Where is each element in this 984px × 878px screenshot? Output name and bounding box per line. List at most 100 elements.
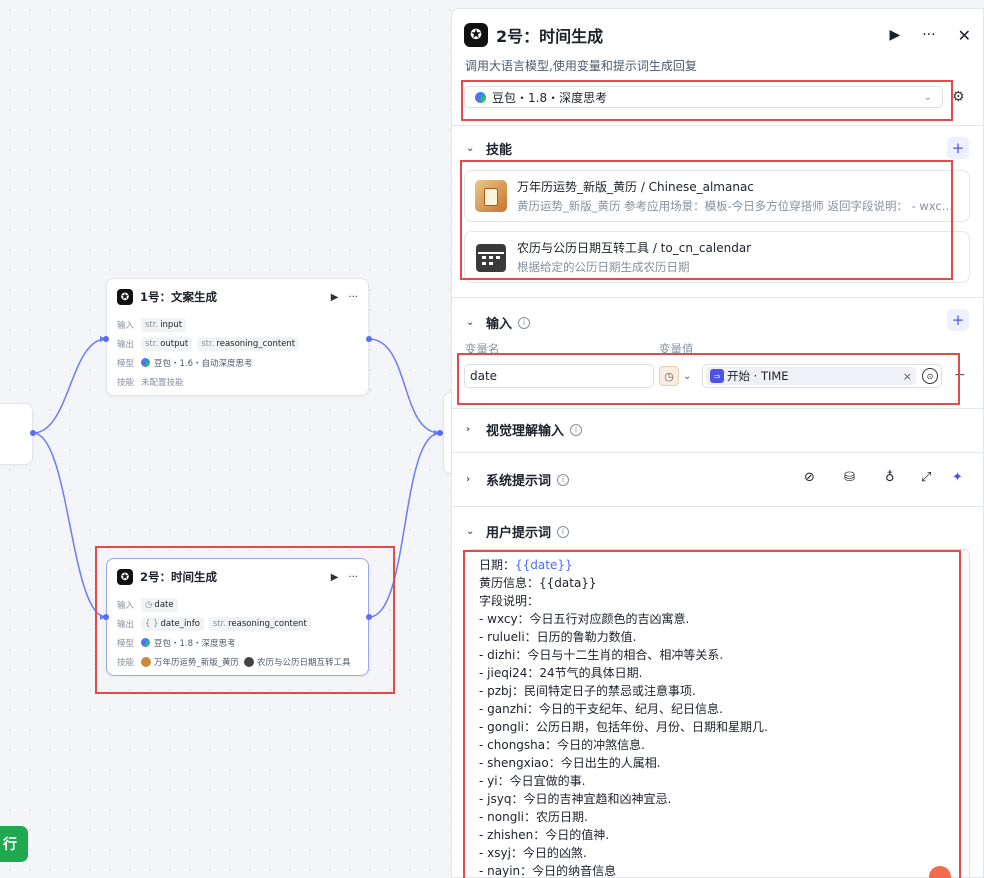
prompt-line: - chongsha：今日的冲煞信息. [479, 738, 645, 752]
prompt-line: 黄历信息：{{data}} [479, 576, 597, 590]
llm-node-icon: ✪ [117, 569, 133, 585]
skill-label: 技能 [117, 657, 135, 668]
panel-title[interactable]: 2号：时间生成 [496, 23, 867, 47]
prompt-line: - yi：今日宜做的事. [479, 774, 586, 788]
panel-description: 调用大语言模型,使用变量和提示词生成回复 [465, 59, 697, 73]
output-label: 输出 [117, 619, 135, 630]
skill-value: 未配置技能 [141, 377, 184, 388]
system-prompt-section-header[interactable]: › 系统提示词 i [466, 470, 570, 489]
library-icon[interactable]: ⛁ [844, 470, 855, 485]
input-section-header[interactable]: ⌄ 输入 i [466, 313, 531, 332]
model-label: 模型 [117, 638, 135, 649]
more-icon[interactable]: ··· [348, 572, 358, 583]
more-icon[interactable]: ··· [922, 27, 935, 43]
prompt-line: - pzbj：民间特定日子的禁忌或注意事项. [479, 684, 696, 698]
play-icon[interactable]: ▶ [889, 27, 900, 43]
prompt-line: - nongli：农历日期. [479, 810, 588, 824]
var-ref-value: 开始 · TIME [727, 369, 789, 383]
llm-node-1[interactable]: ✪ 1号：文案生成 ▶ ··· 输入 str. input 输出 str. outp… [106, 278, 369, 396]
node-title: 1号：文案生成 [140, 290, 218, 304]
info-icon[interactable]: i [557, 525, 570, 538]
prompt-line: - jieqi24：24节气的具体日期. [479, 666, 643, 680]
skill-item[interactable]: 万年历运势_新版_黄历 / Chinese_almanac 黄历运势_新版_黄历… [464, 170, 970, 222]
info-icon[interactable]: i [518, 316, 531, 329]
user-prompt-section-header[interactable]: ⌄ 用户提示词 i [466, 522, 570, 541]
input-var-chip: ◷ date [141, 597, 178, 612]
llm-node-2[interactable]: ✪ 2号：时间生成 ▶ ··· 输入 ◷ date 输出 { } date_info… [106, 558, 369, 676]
add-skill-button[interactable]: + [947, 137, 969, 159]
gear-icon[interactable]: ⚙ [952, 89, 965, 105]
doubao-logo-icon [141, 358, 150, 367]
almanac-icon [141, 656, 151, 667]
column-label-var-value: 变量值 [659, 342, 694, 356]
model-value: 豆包・1.6・自动深度思考 [154, 358, 253, 369]
calendar-icon [244, 656, 255, 667]
prompt-line: - dizhi：今日与十二生肖的相合、相冲等关系. [479, 648, 724, 662]
node2-out-port[interactable] [366, 614, 372, 620]
play-icon[interactable]: ▶ [331, 572, 339, 583]
close-icon[interactable]: ✕ [958, 26, 971, 45]
chevron-down-icon: ⌄ [466, 526, 475, 537]
clear-icon[interactable]: × [903, 370, 912, 383]
start-node[interactable] [0, 403, 33, 465]
node-title: 2号：时间生成 [140, 570, 218, 584]
variable-picker-icon[interactable]: ⊙ [922, 368, 938, 384]
output-var-chip: { } date_info [141, 616, 204, 631]
prompt-line: - rulueli：日历的鲁勒力数值. [479, 630, 637, 644]
model-select[interactable]: 豆包・1.8・深度思考 ⌄ [464, 86, 943, 108]
end-node-in-port[interactable] [437, 430, 443, 436]
more-icon[interactable]: ··· [348, 292, 358, 303]
model-value: 豆包・1.8・深度思考 [154, 638, 236, 649]
prompt-line: 字段说明： [479, 594, 540, 608]
add-input-button[interactable]: + [947, 309, 969, 331]
output-var-chip: str. reasoning_content [197, 336, 300, 351]
run-button[interactable]: 行 [0, 826, 28, 862]
model-label: 模型 [117, 358, 135, 369]
chevron-right-icon: › [466, 474, 471, 485]
chevron-right-icon: › [466, 424, 471, 435]
prompt-line: 日期：{{date}} [479, 558, 573, 572]
start-node-icon: ⇒ [710, 369, 724, 383]
model-selected-value: 豆包・1.8・深度思考 [492, 90, 608, 105]
var-name-input[interactable]: date [464, 364, 654, 388]
node1-out-port[interactable] [366, 336, 372, 342]
clock-icon: ◷ [659, 366, 679, 386]
node2-in-port[interactable] [103, 614, 109, 620]
input-var-chip: str. input [141, 317, 187, 332]
chevron-down-icon: ⌄ [466, 143, 475, 154]
var-value-ref[interactable]: ⇒ 开始 · TIME × ⊙ [702, 364, 942, 388]
ai-sparkle-icon[interactable]: ✦ [952, 470, 963, 485]
remove-input-icon[interactable]: − [954, 367, 966, 383]
skills-section-header[interactable]: ⌄ 技能 [466, 139, 512, 158]
skill-description: 黄历运势_新版_黄历 参考应用场景：模板-今日多方位穿搭师 返回字段说明： - … [517, 199, 957, 213]
node-config-panel: ✪ 2号：时间生成 ▶ ··· ✕ 调用大语言模型,使用变量和提示词生成回复 豆… [451, 8, 984, 878]
play-icon[interactable]: ▶ [331, 292, 339, 303]
var-type-select[interactable]: ◷ ⌄ [659, 364, 699, 388]
user-prompt-editor[interactable]: 日期：{{date}} 黄历信息：{{data}} 字段说明： - wxcy：今日五行… [464, 549, 970, 878]
input-label: 输入 [117, 320, 135, 331]
visual-input-section-header[interactable]: › 视觉理解输入 i [466, 420, 583, 439]
skill-name: 万年历运势_新版_黄历 / Chinese_almanac [517, 180, 754, 194]
prompt-line: - xsyj：今日的凶煞. [479, 846, 587, 860]
skill-name: 农历与公历日期互转工具 [257, 657, 351, 668]
output-var-chip: str. output [141, 336, 193, 351]
info-icon[interactable]: i [557, 473, 570, 486]
prompt-line: - zhishen：今日的值神. [479, 828, 610, 842]
skill-description: 根据给定的公历日期生成农历日期 [517, 260, 690, 274]
prompt-variable: {{date}} [515, 558, 573, 572]
llm-node-icon: ✪ [117, 289, 133, 305]
calendar-skill-icon [475, 241, 507, 273]
compass-icon[interactable]: ⊘ [804, 470, 815, 485]
info-icon[interactable]: i [570, 423, 583, 436]
doubao-logo-icon [475, 91, 486, 103]
expand-icon[interactable]: ⤢ [921, 470, 931, 485]
prompt-line: - shengxiao：今日出生的人属相. [479, 756, 661, 770]
skill-item[interactable]: 农历与公历日期互转工具 / to_cn_calendar 根据给定的公历日期生成… [464, 231, 970, 283]
doubao-logo-icon [141, 638, 150, 647]
node1-in-port[interactable] [103, 336, 109, 342]
clock-icon: ◷ [145, 599, 153, 610]
prompt-line: - nayin：今日的纳音信息 [479, 864, 617, 878]
chevron-down-icon: ⌄ [683, 370, 692, 382]
lightbulb-icon[interactable]: ♁ [885, 470, 895, 485]
start-node-out-port[interactable] [30, 430, 36, 436]
